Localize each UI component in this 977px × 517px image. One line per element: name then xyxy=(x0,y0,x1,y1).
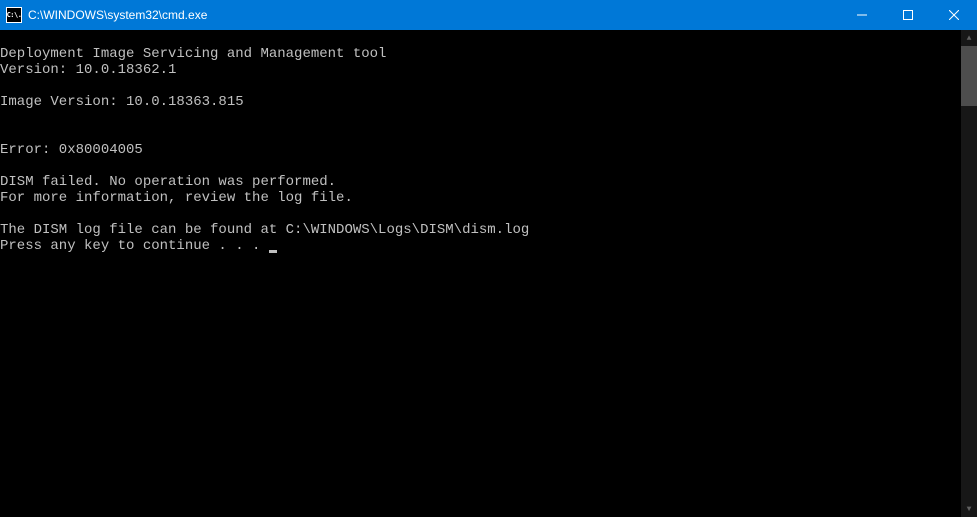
maximize-button[interactable] xyxy=(885,0,931,30)
vertical-scrollbar[interactable]: ▲ ▼ xyxy=(961,30,977,517)
terminal-line: For more information, review the log fil… xyxy=(0,190,961,206)
cmd-icon-text: C:\. xyxy=(7,11,22,19)
terminal-line xyxy=(0,110,961,126)
terminal-line: Press any key to continue . . . xyxy=(0,238,961,254)
terminal-line: Image Version: 10.0.18363.815 xyxy=(0,94,961,110)
terminal-line xyxy=(0,206,961,222)
scroll-up-arrow-icon[interactable]: ▲ xyxy=(961,30,977,46)
scroll-down-arrow-icon[interactable]: ▼ xyxy=(961,501,977,517)
window-controls xyxy=(839,0,977,30)
close-button[interactable] xyxy=(931,0,977,30)
terminal-cursor xyxy=(269,250,277,253)
terminal-line xyxy=(0,30,961,46)
terminal-line: DISM failed. No operation was performed. xyxy=(0,174,961,190)
window-titlebar[interactable]: C:\. C:\WINDOWS\system32\cmd.exe xyxy=(0,0,977,30)
window-title: C:\WINDOWS\system32\cmd.exe xyxy=(28,8,839,22)
cmd-icon: C:\. xyxy=(6,7,22,23)
minimize-button[interactable] xyxy=(839,0,885,30)
terminal-area[interactable]: Deployment Image Servicing and Managemen… xyxy=(0,30,977,517)
scrollbar-thumb[interactable] xyxy=(961,46,977,106)
terminal-line: Error: 0x80004005 xyxy=(0,142,961,158)
maximize-icon xyxy=(903,10,913,20)
terminal-output: Deployment Image Servicing and Managemen… xyxy=(0,30,961,517)
terminal-line: Version: 10.0.18362.1 xyxy=(0,62,961,78)
terminal-line xyxy=(0,126,961,142)
terminal-line xyxy=(0,78,961,94)
terminal-line xyxy=(0,158,961,174)
minimize-icon xyxy=(857,10,867,20)
close-icon xyxy=(949,10,959,20)
terminal-line: Deployment Image Servicing and Managemen… xyxy=(0,46,961,62)
terminal-line: The DISM log file can be found at C:\WIN… xyxy=(0,222,961,238)
